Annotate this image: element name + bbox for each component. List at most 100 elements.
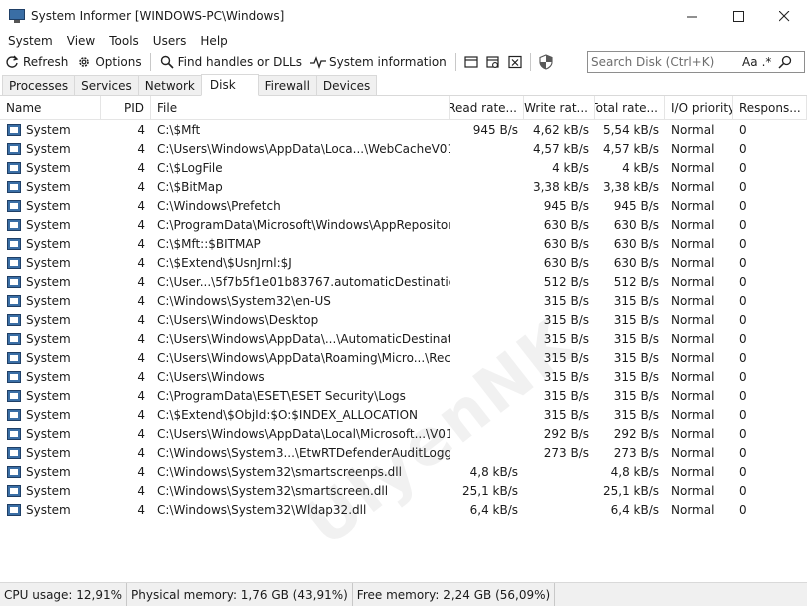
- table-row[interactable]: System 4 C:\$Extend\$UsnJrnl:$J 630 B/s 630 …: [0, 253, 807, 272]
- column-header-pid[interactable]: PID: [101, 96, 151, 120]
- close-icon: [778, 10, 789, 21]
- refresh-button[interactable]: Refresh: [0, 51, 72, 73]
- cell-read-rate: [450, 253, 524, 272]
- table-row[interactable]: System 4 C:\$Extend\$ObjId:$O:$INDEX_ALLOC…: [0, 405, 807, 424]
- cell-name: System: [0, 234, 101, 253]
- window-icon-button[interactable]: [460, 51, 482, 73]
- table-row[interactable]: System 4 C:\Users\Windows\AppData\Local\Mi…: [0, 424, 807, 443]
- cell-response: 0: [739, 255, 747, 270]
- tab-firewall[interactable]: Firewall: [257, 75, 317, 95]
- process-name: System: [26, 331, 71, 346]
- tab-devices[interactable]: Devices: [315, 75, 378, 95]
- cell-response: 0: [739, 464, 747, 479]
- cell-read-rate: [450, 405, 524, 424]
- cell-file: C:\User...\5f7b5f1e01b83767.automaticDes…: [157, 274, 450, 289]
- tab-services[interactable]: Services: [74, 75, 139, 95]
- cell-io-priority: Normal: [671, 426, 715, 441]
- system-information-button[interactable]: System information: [306, 51, 451, 73]
- search-submit-button[interactable]: [777, 54, 793, 70]
- tab-network[interactable]: Network: [137, 75, 202, 95]
- process-window-icon: [7, 351, 21, 364]
- column-header-write-rate[interactable]: Write rat...: [524, 96, 595, 120]
- menu-tools[interactable]: Tools: [102, 34, 146, 48]
- match-case-toggle[interactable]: Aa: [742, 55, 758, 69]
- column-header-file[interactable]: File: [151, 96, 450, 120]
- cell-io-priority: Normal: [671, 350, 715, 365]
- cell-response: 0: [739, 483, 747, 498]
- cell-read-rate: [450, 139, 524, 158]
- cell-response: 0: [739, 502, 747, 517]
- cell-read-rate: [450, 215, 524, 234]
- column-header-io-priority[interactable]: I/O priority: [665, 96, 733, 120]
- column-header-total-rate[interactable]: Total rate...: [595, 96, 665, 120]
- table-row[interactable]: System 4 C:\$Mft 945 B/s 4,62 kB/s 5,54 kB/s N…: [0, 120, 807, 139]
- table-row[interactable]: System 4 C:\$LogFile 4 kB/s 4 kB/s Normal 0: [0, 158, 807, 177]
- table-row[interactable]: System 4 C:\Users\Windows 315 B/s 315 B/s Nor…: [0, 367, 807, 386]
- cell-file: C:\$Extend\$UsnJrnl:$J: [157, 255, 292, 270]
- security-button[interactable]: [535, 51, 557, 73]
- cell-read-rate: [450, 310, 524, 329]
- cell-read-rate: [450, 177, 524, 196]
- close-button[interactable]: [761, 0, 807, 32]
- menu-system[interactable]: System: [0, 34, 60, 48]
- column-header-read-rate[interactable]: Read rate...: [450, 96, 524, 120]
- process-window-icon: [7, 389, 21, 402]
- cell-write-rate: [524, 462, 595, 481]
- minimize-button[interactable]: [669, 0, 715, 32]
- cell-response: 0: [739, 274, 747, 289]
- cell-read-rate: [450, 196, 524, 215]
- column-header-response[interactable]: Respons...: [733, 96, 807, 120]
- table-row[interactable]: System 4 C:\Windows\System32\smartscreenps…: [0, 462, 807, 481]
- cell-pid: 4: [137, 198, 145, 213]
- process-window-icon: [7, 446, 21, 459]
- cell-name: System: [0, 500, 101, 519]
- table-row[interactable]: System 4 C:\Users\Windows\Desktop 315 B/s 31…: [0, 310, 807, 329]
- cell-name: System: [0, 443, 101, 462]
- tab-disk[interactable]: Disk: [200, 74, 259, 96]
- table-row[interactable]: System 4 C:\Windows\Prefetch 945 B/s 945 B/s…: [0, 196, 807, 215]
- column-header-name[interactable]: Name: [0, 96, 101, 120]
- cell-io-priority: Normal: [671, 369, 715, 384]
- cell-file: C:\Users\Windows\Desktop: [157, 312, 319, 327]
- menu-help[interactable]: Help: [193, 34, 234, 48]
- table-row[interactable]: System 4 C:\ProgramData\Microsoft\Windows\…: [0, 215, 807, 234]
- cell-pid: 4: [137, 369, 145, 384]
- table-row[interactable]: System 4 C:\User...\5f7b5f1e01b83767.autom…: [0, 272, 807, 291]
- table-row[interactable]: System 4 C:\$BitMap 3,38 kB/s 3,38 kB/s Norma…: [0, 177, 807, 196]
- find-handles-button[interactable]: Find handles or DLLs: [155, 51, 306, 73]
- cell-total-rate: 4 kB/s: [622, 160, 659, 175]
- cell-pid: 4: [137, 179, 145, 194]
- table-row[interactable]: System 4 C:\Windows\System32\en-US 315 B/s 3…: [0, 291, 807, 310]
- cell-write-rate: 315 B/s: [543, 293, 589, 308]
- process-window-icon: [7, 332, 21, 345]
- options-button[interactable]: Options: [72, 51, 145, 73]
- table-row[interactable]: System 4 C:\ProgramData\ESET\ESET Security…: [0, 386, 807, 405]
- tab-processes[interactable]: Processes: [2, 75, 76, 95]
- cell-name: System: [0, 481, 101, 500]
- table-row[interactable]: System 4 C:\Windows\System3...\EtwRTDefend…: [0, 443, 807, 462]
- menu-view[interactable]: View: [60, 34, 102, 48]
- close-window-button[interactable]: [504, 51, 526, 73]
- cell-total-rate: 630 B/s: [613, 255, 659, 270]
- process-window-icon: [7, 123, 21, 136]
- table-row[interactable]: System 4 C:\$Mft::$BITMAP 630 B/s 630 B/s Nor…: [0, 234, 807, 253]
- cell-read-rate: [450, 424, 524, 443]
- table-row[interactable]: System 4 C:\Users\Windows\AppData\...\Auto…: [0, 329, 807, 348]
- maximize-button[interactable]: [715, 0, 761, 32]
- regex-toggle[interactable]: .*: [762, 55, 772, 69]
- cell-response: 0: [739, 312, 747, 327]
- cell-total-rate: 3,38 kB/s: [602, 179, 659, 194]
- table-row[interactable]: System 4 C:\Users\Windows\AppData\Roaming\…: [0, 348, 807, 367]
- cell-read-rate: [450, 272, 524, 291]
- find-window-button[interactable]: [482, 51, 504, 73]
- table-row[interactable]: System 4 C:\Windows\System32\smartscreen.d…: [0, 481, 807, 500]
- search-input[interactable]: [588, 55, 738, 69]
- table-row[interactable]: System 4 C:\Users\Windows\AppData\Loca...\…: [0, 139, 807, 158]
- process-window-icon: [7, 465, 21, 478]
- cell-write-rate: 4,62 kB/s: [532, 122, 589, 137]
- process-window-icon: [7, 408, 21, 421]
- cell-pid: 4: [137, 350, 145, 365]
- menu-users[interactable]: Users: [146, 34, 194, 48]
- table-header: Name PID File Read rate... Write rat... …: [0, 96, 807, 120]
- table-row[interactable]: System 4 C:\Windows\System32\Wldap32.dll 6,…: [0, 500, 807, 519]
